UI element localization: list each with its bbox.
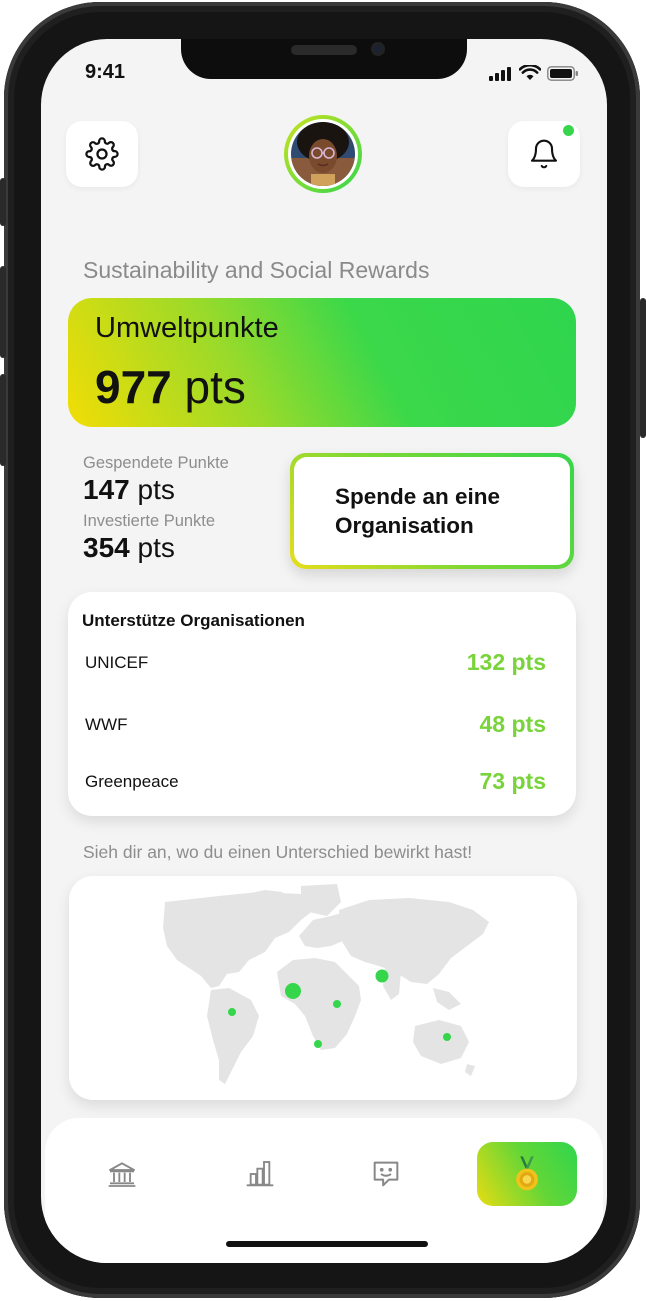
avatar-image-frame xyxy=(288,119,358,189)
bank-icon xyxy=(108,1162,136,1187)
medal-icon xyxy=(516,1156,538,1191)
organization-name[interactable]: Greenpeace xyxy=(85,772,179,792)
wifi-icon xyxy=(519,65,541,80)
volume-down-button xyxy=(0,374,6,466)
notifications-button[interactable] xyxy=(508,121,580,187)
invested-points-unit: pts xyxy=(137,532,175,563)
organizations-title: Unterstütze Organisationen xyxy=(82,611,305,630)
world-map xyxy=(163,884,489,1084)
organization-points: 48 pts xyxy=(479,711,546,737)
notch xyxy=(181,39,467,79)
eco-points-unit: pts xyxy=(184,361,246,413)
app-screen: 9:41 Sustainability and Social Rewards U… xyxy=(41,39,607,1263)
status-icons xyxy=(489,65,579,81)
section-title: Sustainability and Social Rewards xyxy=(83,257,430,283)
chat-smile-icon xyxy=(373,1161,399,1187)
nav-banking[interactable] xyxy=(72,1142,172,1206)
donated-points-value: 147 pts xyxy=(83,474,175,506)
impact-marker[interactable] xyxy=(314,1040,322,1048)
eco-points-number: 977 xyxy=(95,361,172,413)
impact-marker[interactable] xyxy=(285,983,301,999)
gear-icon xyxy=(85,137,119,171)
speaker xyxy=(291,45,357,55)
impact-marker[interactable] xyxy=(443,1033,451,1041)
nav-rewards[interactable] xyxy=(477,1142,577,1206)
organization-points: 73 pts xyxy=(479,768,546,794)
avatar[interactable] xyxy=(284,115,362,193)
impact-map-card[interactable] xyxy=(69,876,577,1100)
bar-chart-icon xyxy=(246,1161,274,1187)
supported-organizations-card: Unterstütze Organisationen UNICEF 132 pt… xyxy=(68,592,576,816)
eco-points-value: 977 pts xyxy=(95,360,246,414)
organization-name[interactable]: UNICEF xyxy=(85,653,148,673)
donated-points-label: Gespendete Punkte xyxy=(83,454,229,472)
donated-points-number: 147 xyxy=(83,474,130,505)
battery-icon xyxy=(547,66,578,81)
eco-points-card: Umweltpunkte 977 pts xyxy=(68,298,576,427)
map-hint: Sieh dir an, wo du einen Unterschied bew… xyxy=(83,842,473,862)
power-button xyxy=(640,298,646,438)
notification-badge xyxy=(563,125,574,136)
mute-switch xyxy=(0,178,6,226)
donate-button-label: Spende an eine Organisation xyxy=(335,484,501,538)
bottom-navigation xyxy=(45,1118,603,1263)
invested-points-number: 354 xyxy=(83,532,130,563)
avatar-image xyxy=(291,122,355,186)
settings-button[interactable] xyxy=(66,121,138,187)
invested-points-label: Investierte Punkte xyxy=(83,512,216,530)
invested-points-value: 354 pts xyxy=(83,532,175,564)
organization-points: 132 pts xyxy=(466,649,546,675)
nav-messages[interactable] xyxy=(336,1142,436,1206)
eco-points-label: Umweltpunkte xyxy=(95,312,279,344)
impact-marker[interactable] xyxy=(228,1008,236,1016)
home-indicator[interactable] xyxy=(226,1241,428,1247)
bell-icon xyxy=(530,139,558,169)
impact-marker[interactable] xyxy=(375,969,389,983)
signal-icon xyxy=(489,67,511,81)
impact-marker[interactable] xyxy=(333,1000,341,1008)
nav-statistics[interactable] xyxy=(210,1142,310,1206)
status-time: 9:41 xyxy=(85,61,126,83)
donate-to-organization-button[interactable]: Spende an eine Organisation xyxy=(290,453,574,569)
volume-up-button xyxy=(0,266,6,358)
donated-points-unit: pts xyxy=(137,474,175,505)
front-camera xyxy=(371,42,385,56)
donate-button-inner: Spende an eine Organisation xyxy=(294,457,570,565)
organization-name[interactable]: WWF xyxy=(85,715,127,735)
